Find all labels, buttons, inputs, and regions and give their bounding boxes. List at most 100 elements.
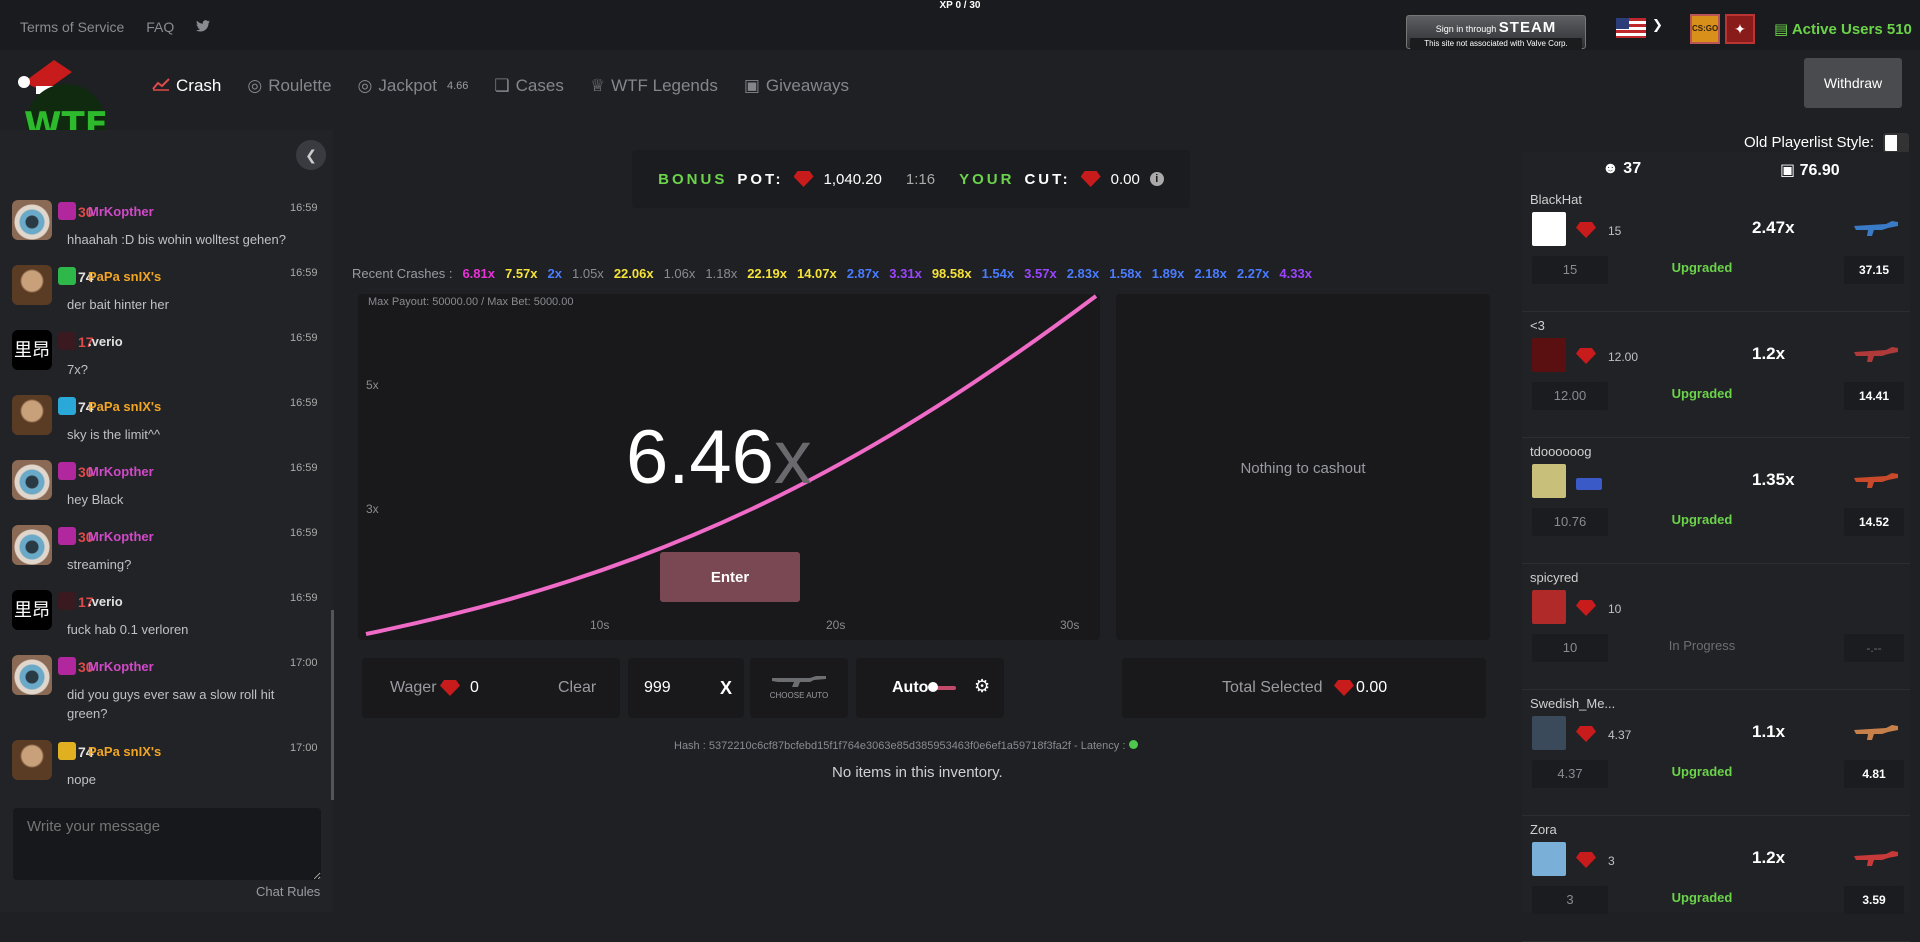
gem-icon (793, 171, 814, 187)
avatar[interactable] (12, 395, 52, 435)
nav-roulette[interactable]: ◎ Roulette (247, 76, 331, 96)
recent-crashes-label: Recent Crashes : (352, 266, 453, 281)
player-row: <3 12.00 1.2x 12.00 Upgraded 14.41 (1522, 312, 1910, 438)
username[interactable]: MrKopther (88, 204, 154, 219)
rank-badge-icon (58, 462, 76, 480)
player-win-value: 4.81 (1844, 760, 1904, 788)
message-time: 16:59 (290, 592, 318, 604)
player-win-value: -.-- (1844, 634, 1904, 662)
chevron-down-icon[interactable]: ❯ (1652, 17, 1663, 33)
nothing-to-cashout: Nothing to cashout (1240, 460, 1366, 477)
avatar[interactable] (12, 655, 52, 695)
wager-input[interactable]: 0 (470, 679, 479, 697)
nav-wtf-legends[interactable]: ♕ WTF Legends (590, 76, 718, 96)
message-text: fuck hab 0.1 verloren (67, 622, 189, 637)
withdraw-button[interactable]: Withdraw (1804, 58, 1902, 108)
gift-icon: ▣ (743, 76, 760, 95)
player-name[interactable]: BlackHat (1530, 192, 1582, 207)
nav-crash[interactable]: Crash (152, 76, 221, 96)
auto-toggle[interactable] (928, 682, 956, 692)
total-selected-value: 0.00 (1356, 679, 1388, 696)
avatar[interactable] (12, 525, 52, 565)
csgo-game-icon[interactable]: CS:GO (1690, 14, 1720, 44)
enter-button[interactable]: Enter (660, 552, 800, 602)
chat-message: 74 PaPa snIX's 17:00 nope (0, 736, 330, 796)
us-flag-icon[interactable] (1616, 18, 1646, 38)
bonus-timer: 1:16 (905, 170, 936, 188)
avatar[interactable] (12, 200, 52, 240)
steam-signin-button[interactable]: Sign in through STEAM This site not asso… (1406, 15, 1586, 49)
recent-crash-value: 98.58x (931, 266, 972, 281)
info-icon[interactable]: i (1149, 172, 1164, 186)
auto-cashout-input[interactable]: 999 (644, 679, 671, 697)
active-users-count: 510 (1886, 21, 1912, 38)
avatar[interactable] (1532, 464, 1566, 498)
chat-rules-link[interactable]: Chat Rules (256, 884, 320, 899)
username[interactable]: PaPa snIX's (88, 399, 161, 414)
username[interactable]: PaPa snIX's (88, 269, 161, 284)
recent-crash-value: 1.54x (981, 266, 1015, 281)
gem-icon (1576, 600, 1596, 616)
message-time: 17:00 (290, 742, 318, 754)
avatar[interactable]: 里昂 (12, 330, 52, 370)
player-name[interactable]: spicyred (1530, 570, 1578, 585)
steam-signin-small: Sign in through (1435, 24, 1497, 34)
chevron-left-icon: ❮ (305, 147, 317, 163)
nav-cases[interactable]: ❏ Cases (494, 76, 563, 96)
chat-scrollbar[interactable] (331, 610, 334, 800)
player-status: Upgraded (1671, 386, 1733, 401)
avatar[interactable] (12, 740, 52, 780)
money-icon: ▣ (1780, 162, 1796, 179)
avatar[interactable] (1532, 842, 1566, 876)
player-status: Upgraded (1671, 512, 1733, 527)
nav-wtf-legends-label: WTF Legends (611, 76, 718, 95)
player-multiplier: 1.2x (1752, 848, 1786, 867)
player-name[interactable]: Zora (1530, 822, 1557, 837)
recent-crash-value: 3.31x (889, 266, 922, 281)
username[interactable]: .verio (88, 594, 123, 609)
faq-link[interactable]: FAQ (146, 19, 174, 35)
player-win-value: 14.41 (1844, 382, 1904, 410)
message-time: 16:59 (290, 462, 318, 474)
jackpot-icon: ◎ (357, 76, 373, 95)
avatar[interactable]: 里昂 (12, 590, 52, 630)
nav-jackpot[interactable]: ◎ Jackpot 4.66 (358, 76, 469, 96)
twitter-icon[interactable] (196, 19, 211, 35)
gear-icon[interactable]: ⚙ (974, 676, 990, 697)
avatar[interactable] (1532, 338, 1566, 372)
choose-auto-button[interactable]: CHOOSE AUTO (750, 658, 848, 718)
nav-crash-label: Crash (176, 76, 222, 95)
chat-message: 30 MrKopther 16:59 hey Black (0, 456, 330, 516)
avatar[interactable] (12, 265, 52, 305)
message-time: 16:59 (290, 397, 318, 409)
y-axis-label: 5x (366, 378, 379, 392)
player-name[interactable]: Swedish_Me... (1530, 696, 1615, 711)
player-name[interactable]: <3 (1530, 318, 1545, 333)
recent-crash-value: 1.58x (1109, 266, 1142, 281)
chat-input[interactable] (13, 808, 321, 880)
message-text: did you guys ever saw a slow roll hit gr… (67, 687, 275, 721)
dota-game-icon[interactable]: ✦ (1725, 14, 1755, 44)
player-multiplier: 1.2x (1752, 344, 1786, 363)
avatar[interactable] (1532, 212, 1566, 246)
username[interactable]: PaPa snIX's (88, 744, 161, 759)
player-bet: 10 (1608, 602, 1622, 616)
player-name[interactable]: tdoooooog (1530, 444, 1591, 459)
trophy-icon: ♕ (589, 76, 606, 95)
username[interactable]: MrKopther (88, 529, 154, 544)
avatar[interactable] (1532, 590, 1566, 624)
players-total: ▣ 76.90 (1780, 160, 1840, 180)
terms-link[interactable]: Terms of Service (20, 19, 124, 35)
avatar[interactable] (1532, 716, 1566, 750)
chart-line-icon (152, 76, 170, 96)
old-playerlist-toggle[interactable] (1883, 133, 1909, 153)
username[interactable]: MrKopther (88, 464, 154, 479)
nav-giveaways[interactable]: ▣ Giveaways (744, 76, 849, 96)
avatar[interactable] (12, 460, 52, 500)
username[interactable]: .verio (88, 334, 123, 349)
player-bet-box: 4.37 (1532, 760, 1608, 788)
clear-button[interactable]: Clear (558, 679, 596, 697)
player-bet: 15 (1608, 224, 1622, 238)
collapse-chat-button[interactable]: ❮ (296, 140, 326, 170)
username[interactable]: MrKopther (88, 659, 154, 674)
